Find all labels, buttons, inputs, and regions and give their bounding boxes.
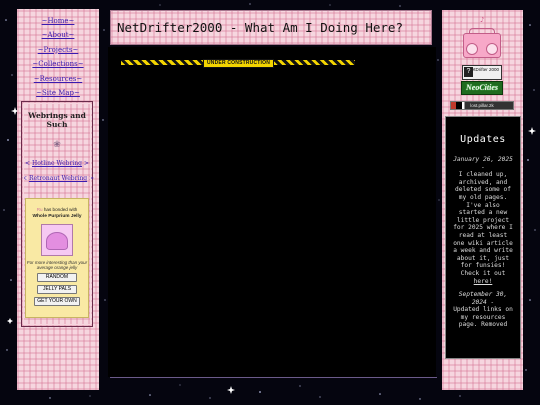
update-text: I cleaned up, archived, and deleted some… [452,171,514,285]
update-body: Updated links on my resources page. Remo… [453,306,513,329]
jelly-pet-widget: Ru has bonded with Whole Purprium Jelly … [25,198,89,318]
jelly-name: Whole Purprium Jelly [32,214,82,219]
under-construction-label: UNDER CONSTRUCTION [203,59,275,68]
webring-retronaut-link[interactable]: Retronaut Webring [29,175,87,182]
webrings-title: Webrings and Such [28,111,86,129]
webring-hotline: < Hotline Webring > [22,160,92,167]
webring-retronaut-prev[interactable]: < [22,175,27,182]
neocities-badge[interactable]: NeoCities [461,81,503,95]
webring-hotline-prev[interactable]: < [25,160,30,167]
update-link[interactable]: here! [474,278,493,285]
under-construction-banner: UNDER CONSTRUCTION [121,59,355,68]
nav-home-link[interactable]: ~Home~ [17,14,99,28]
webring-hotline-link[interactable]: Hotline Webring [32,160,82,167]
jelly-image-icon[interactable] [41,224,73,256]
nav-sitemap-link[interactable]: ~Site Map~ [17,86,99,100]
jelly-get-your-own-button[interactable]: GET YOUR OWN [34,297,80,306]
update-date: September 30, 2024 - [458,291,508,306]
question-mark-icon: ? [464,67,473,77]
site-navigation: ~Home~ ~About~ ~Projects~ ~Collections~ … [17,9,99,100]
update-date: January 26, 2025 - [453,156,513,171]
page-title: NetDrifter2000 - What Am I Doing Here? [117,20,403,35]
left-sidebar: ~Home~ ~About~ ~Projects~ ~Collections~ … [17,9,99,390]
jelly-owner: Ru [36,207,43,212]
netdrifter-badge[interactable]: ? NetDrifter 2000 [462,65,502,80]
footer-divider [110,377,437,378]
nav-collections-link[interactable]: ~Collections~ [17,57,99,71]
right-sidebar: ♪ ? NetDrifter 2000 NeoCities lost.pilla… [442,10,523,390]
updates-title: Updates [460,134,506,145]
webrings-panel: Webrings and Such ❀ < Hotline Webring > … [21,101,94,327]
jelly-bonded-text: Ru has bonded with Whole Purprium Jelly [26,207,88,220]
nav-about-link[interactable]: ~About~ [17,28,99,42]
site-button-badge[interactable]: lost.pillar.2k [450,101,514,110]
update-text: Updated links on my resources page. Remo… [452,306,514,329]
jelly-pals-button[interactable]: JELLY PALS [37,285,77,294]
jelly-description: For more interesting than your average o… [26,260,88,270]
jelly-random-button[interactable]: RANDOM [37,273,77,282]
updates-panel[interactable]: Updates January 26, 2025 - I cleaned up,… [445,116,521,359]
updates-list: January 26, 2025 - I cleaned up, archive… [446,156,520,329]
header-panel: NetDrifter2000 - What Am I Doing Here? [110,10,432,45]
boombox-icon: ♪ [461,16,503,60]
nav-projects-link[interactable]: ~Projects~ [17,43,99,57]
webring-retronaut-next[interactable]: > [89,175,94,182]
webring-glyph-icon: ❀ [53,140,61,150]
webring-retronaut: < Retronaut Webring > [22,175,94,182]
nav-resources-link[interactable]: ~Resources~ [17,72,99,86]
main-content: UNDER CONSTRUCTION [108,47,436,377]
jelly-bonded-label: has bonded with [43,207,78,212]
update-body: I cleaned up, archived, and deleted some… [453,171,513,277]
music-note-icon: ♪ [480,16,485,24]
webring-hotline-next[interactable]: > [84,160,89,167]
